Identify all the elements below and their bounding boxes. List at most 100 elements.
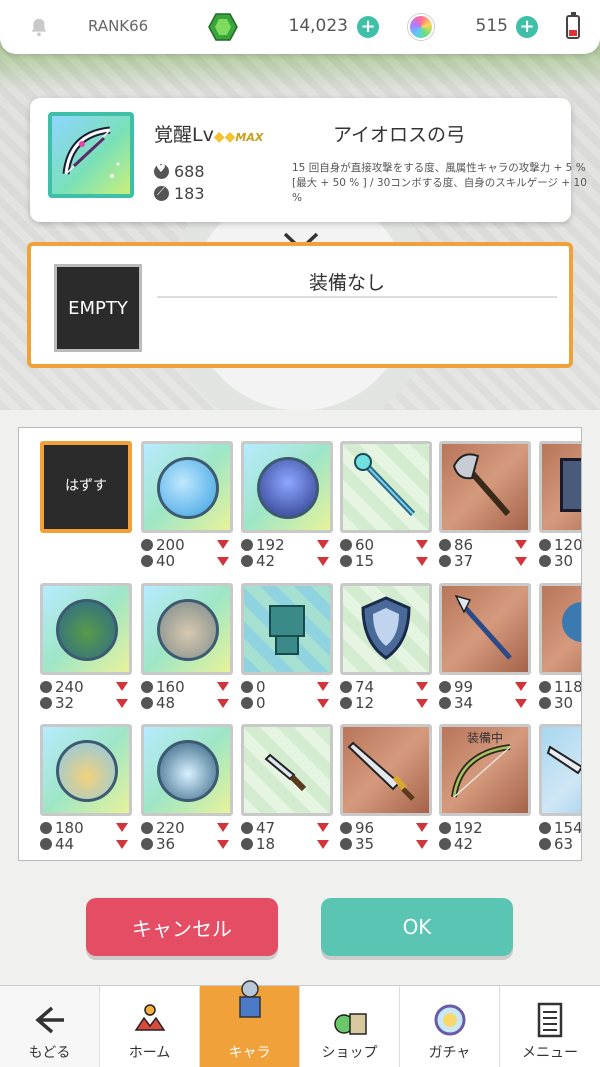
remove-button[interactable]: はずす bbox=[40, 441, 132, 533]
item-stats: 154 63 bbox=[539, 820, 581, 853]
nav-shop-label: ショップ bbox=[321, 1045, 378, 1061]
decrease-arrow-icon bbox=[317, 840, 329, 849]
status-bar: RANK66 14,023 + 515 + bbox=[0, 0, 600, 54]
heart-icon bbox=[340, 822, 352, 834]
equipped-bow-image: 装備中 bbox=[439, 724, 531, 816]
add-gems-button[interactable]: + bbox=[357, 16, 379, 38]
awakening-stars-icon: ◆◆ bbox=[213, 129, 236, 145]
item-attack-value: 183 bbox=[174, 184, 205, 203]
nav-shop[interactable]: ショップ bbox=[300, 986, 400, 1067]
heart-icon bbox=[439, 822, 451, 834]
sword-icon bbox=[40, 838, 52, 850]
inventory-item[interactable]: 240 32 bbox=[40, 583, 132, 711]
remove-equipment-cell[interactable]: はずす bbox=[40, 441, 132, 533]
item-stats: 160 48 bbox=[141, 679, 233, 711]
rainbow-orb-icon bbox=[408, 14, 434, 40]
sword-icon bbox=[439, 697, 451, 709]
nav-home[interactable]: ホーム bbox=[100, 986, 200, 1067]
decrease-arrow-icon bbox=[317, 699, 329, 708]
heart-icon bbox=[154, 162, 169, 179]
item-hp: 192 bbox=[454, 819, 483, 837]
inventory-item[interactable]: 192 42 bbox=[241, 441, 333, 569]
item-atk: 36 bbox=[156, 835, 176, 853]
sword-icon bbox=[539, 555, 551, 567]
book-icon bbox=[560, 458, 581, 512]
item-stats: 74 12 bbox=[340, 679, 432, 711]
inventory-grid[interactable]: はずす 200 40 192 42 60 15 86 37 120 30 240… bbox=[18, 427, 582, 861]
decrease-arrow-icon bbox=[217, 823, 229, 832]
nav-gacha[interactable]: ガチャ bbox=[400, 986, 500, 1067]
shield-icon bbox=[361, 596, 411, 660]
item-atk: 34 bbox=[454, 694, 474, 712]
inventory-item[interactable]: 118 30 bbox=[539, 583, 582, 712]
item-hp: 220 bbox=[156, 819, 185, 837]
ok-button[interactable]: OK bbox=[321, 898, 513, 956]
equip-slot[interactable]: EMPTY 装備なし bbox=[27, 242, 573, 368]
inventory-item[interactable]: 220 36 bbox=[141, 724, 233, 852]
item-atk: 32 bbox=[55, 694, 75, 712]
shop-bag-icon bbox=[334, 1013, 367, 1035]
nav-back-label: もどる bbox=[28, 1045, 71, 1061]
nav-chara[interactable]: キャラ bbox=[200, 980, 300, 1067]
item-hp: 0 bbox=[256, 678, 266, 696]
inventory-item-equipped[interactable]: 装備中 192 42 bbox=[439, 724, 531, 852]
equipped-label: 装備中 bbox=[466, 731, 503, 745]
sword-image bbox=[340, 724, 432, 816]
item-hp-stat: 688 bbox=[154, 162, 205, 181]
item-stats: 220 36 bbox=[141, 820, 233, 852]
sword-icon bbox=[154, 185, 169, 201]
decrease-arrow-icon bbox=[217, 682, 229, 691]
heart-icon bbox=[141, 822, 153, 834]
decrease-arrow-icon bbox=[116, 840, 128, 849]
decrease-arrow-icon bbox=[317, 823, 329, 832]
sword-icon bbox=[539, 838, 551, 850]
item-atk: 40 bbox=[156, 552, 176, 570]
cancel-button[interactable]: キャンセル bbox=[86, 898, 278, 956]
inventory-item[interactable]: 47 18 bbox=[241, 724, 333, 852]
desert-orb-icon bbox=[56, 740, 118, 802]
item-hp: 86 bbox=[454, 536, 474, 554]
staff-image bbox=[340, 441, 432, 533]
inventory-item[interactable]: 86 37 bbox=[439, 441, 531, 569]
greatsword-icon bbox=[347, 741, 415, 801]
item-atk: 42 bbox=[454, 835, 474, 853]
item-description: 15 回自身が直接攻撃をする度、風属性キャラの攻撃力 + 5 %[最大 + 50… bbox=[292, 162, 587, 204]
inventory-item[interactable]: 120 30 bbox=[539, 441, 581, 569]
nav-gacha-label: ガチャ bbox=[428, 1045, 471, 1061]
gacha-orb-icon bbox=[434, 1004, 466, 1036]
sword-icon bbox=[241, 838, 253, 850]
inventory-item[interactable]: 180 44 bbox=[40, 724, 132, 852]
ice-orb-icon bbox=[157, 740, 219, 802]
item-name: アイオロスの弓 bbox=[333, 124, 466, 146]
statue-image bbox=[241, 583, 333, 675]
add-orbs-button[interactable]: + bbox=[516, 16, 538, 38]
notification-bell-icon[interactable] bbox=[28, 16, 50, 38]
inventory-item[interactable]: 154 63 bbox=[539, 724, 581, 853]
inventory-item[interactable]: 200 40 bbox=[141, 441, 233, 569]
inventory-item[interactable]: 96 35 bbox=[340, 724, 432, 852]
heart-icon bbox=[340, 539, 352, 551]
nav-menu[interactable]: メニュー bbox=[500, 986, 600, 1067]
item-atk: 63 bbox=[554, 835, 574, 853]
inventory-item[interactable]: 160 48 bbox=[141, 583, 233, 711]
decrease-arrow-icon bbox=[515, 682, 527, 691]
item-atk: 30 bbox=[554, 694, 574, 712]
ice-orb-image bbox=[141, 724, 233, 816]
inventory-item[interactable]: 99 34 bbox=[439, 583, 531, 711]
decrease-arrow-icon bbox=[116, 823, 128, 832]
item-hp-value: 688 bbox=[174, 162, 205, 181]
nav-back[interactable]: もどる bbox=[0, 986, 100, 1067]
heart-icon bbox=[40, 822, 52, 834]
heart-icon bbox=[241, 539, 253, 551]
item-hp: 200 bbox=[156, 536, 185, 554]
water-orb-icon bbox=[157, 457, 219, 519]
item-atk: 44 bbox=[55, 835, 75, 853]
divider bbox=[157, 296, 557, 298]
sword-icon bbox=[141, 555, 153, 567]
item-hp: 118 bbox=[554, 678, 582, 696]
forest-orb-image bbox=[40, 583, 132, 675]
inventory-item[interactable]: 74 12 bbox=[340, 583, 432, 711]
decrease-arrow-icon bbox=[217, 840, 229, 849]
inventory-item[interactable]: 60 15 bbox=[340, 441, 432, 569]
inventory-item[interactable]: 0 0 bbox=[241, 583, 333, 711]
